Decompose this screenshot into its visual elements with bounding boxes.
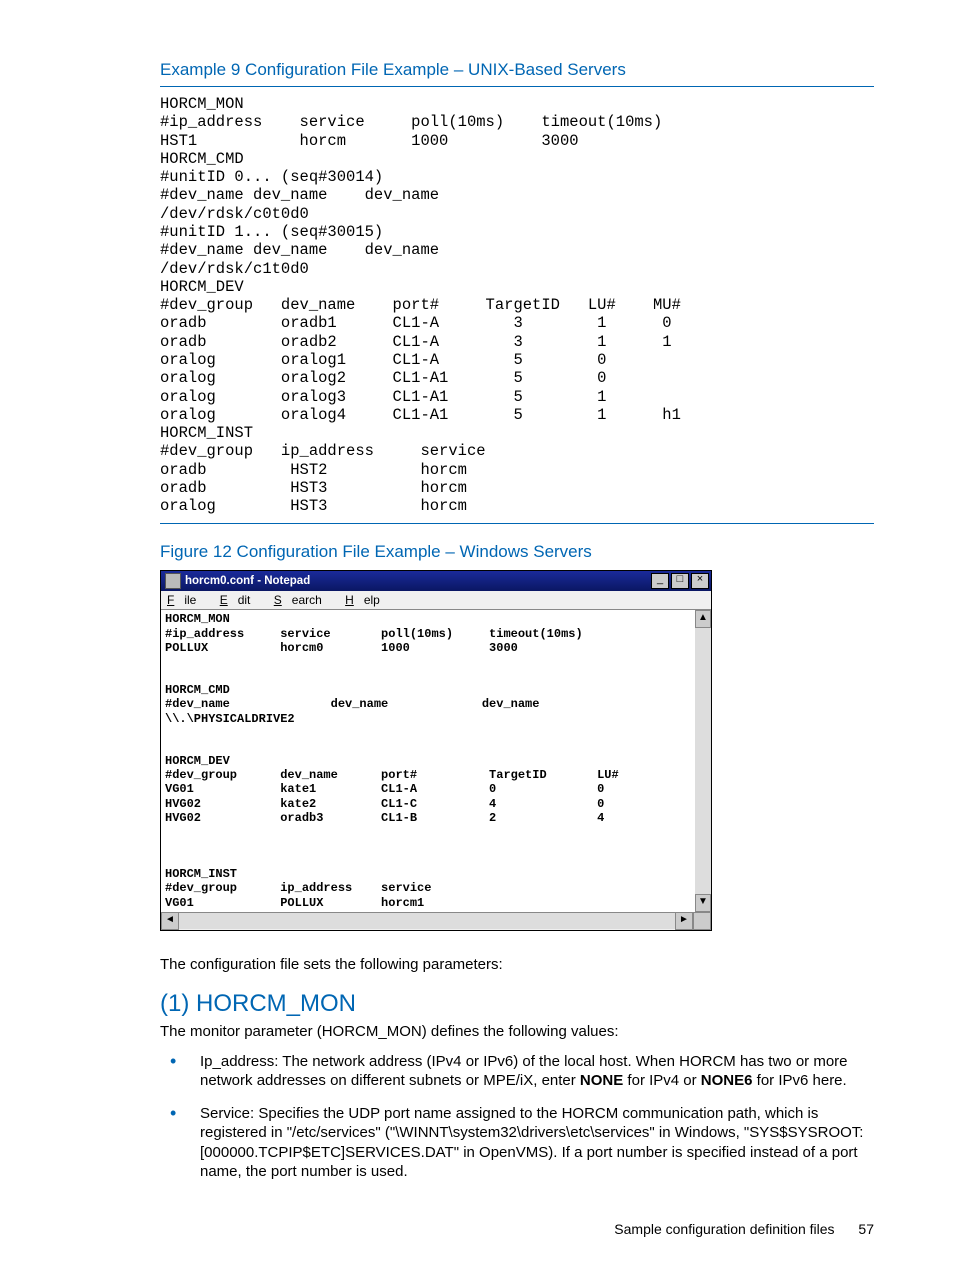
menu-help[interactable]: Help	[345, 593, 390, 607]
menu-edit[interactable]: Edit	[220, 593, 261, 607]
unix-config-code: HORCM_MON #ip_address service poll(10ms)…	[160, 95, 874, 515]
horizontal-scrollbar[interactable]: ◄ ►	[161, 912, 711, 930]
resize-grip-icon[interactable]	[693, 912, 711, 930]
notepad-menubar: File Edit Search Help	[161, 591, 711, 609]
bullet-service: Service: Specifies the UDP port name ass…	[160, 1104, 874, 1181]
scroll-left-icon[interactable]: ◄	[161, 912, 179, 930]
minimize-button[interactable]: _	[651, 573, 669, 589]
rule-bottom	[160, 523, 874, 524]
section-heading-horcm-mon: (1) HORCM_MON	[160, 990, 874, 1018]
notepad-window: horcm0.conf - Notepad _ □ × File Edit Se…	[160, 570, 712, 930]
scroll-up-icon[interactable]: ▲	[695, 610, 711, 628]
menu-search[interactable]: Search	[274, 593, 332, 607]
vertical-scrollbar[interactable]: ▲ ▼	[695, 610, 711, 911]
rule-top	[160, 86, 874, 87]
menu-file[interactable]: File	[167, 593, 206, 607]
close-button[interactable]: ×	[691, 573, 709, 589]
notepad-titlebar: horcm0.conf - Notepad _ □ ×	[161, 571, 711, 591]
footer-text: Sample configuration definition files	[614, 1221, 834, 1237]
scroll-track[interactable]	[179, 912, 675, 929]
scroll-right-icon[interactable]: ►	[675, 912, 693, 930]
notepad-text-area[interactable]: HORCM_MON #ip_address service poll(10ms)…	[161, 610, 695, 911]
bullet-ip-address: Ip_address: The network address (IPv4 or…	[160, 1052, 874, 1090]
notepad-icon	[165, 573, 181, 589]
bullet-list: Ip_address: The network address (IPv4 or…	[160, 1052, 874, 1181]
intro-paragraph: The configuration file sets the followin…	[160, 955, 874, 975]
figure-title: Figure 12 Configuration File Example – W…	[160, 542, 874, 562]
scroll-down-icon[interactable]: ▼	[695, 894, 711, 912]
section-intro: The monitor parameter (HORCM_MON) define…	[160, 1022, 874, 1042]
page-number: 57	[858, 1221, 874, 1237]
example-title: Example 9 Configuration File Example – U…	[160, 60, 874, 80]
notepad-title-text: horcm0.conf - Notepad	[185, 575, 651, 587]
maximize-button[interactable]: □	[671, 573, 689, 589]
page-footer: Sample configuration definition files 57	[160, 1221, 874, 1237]
